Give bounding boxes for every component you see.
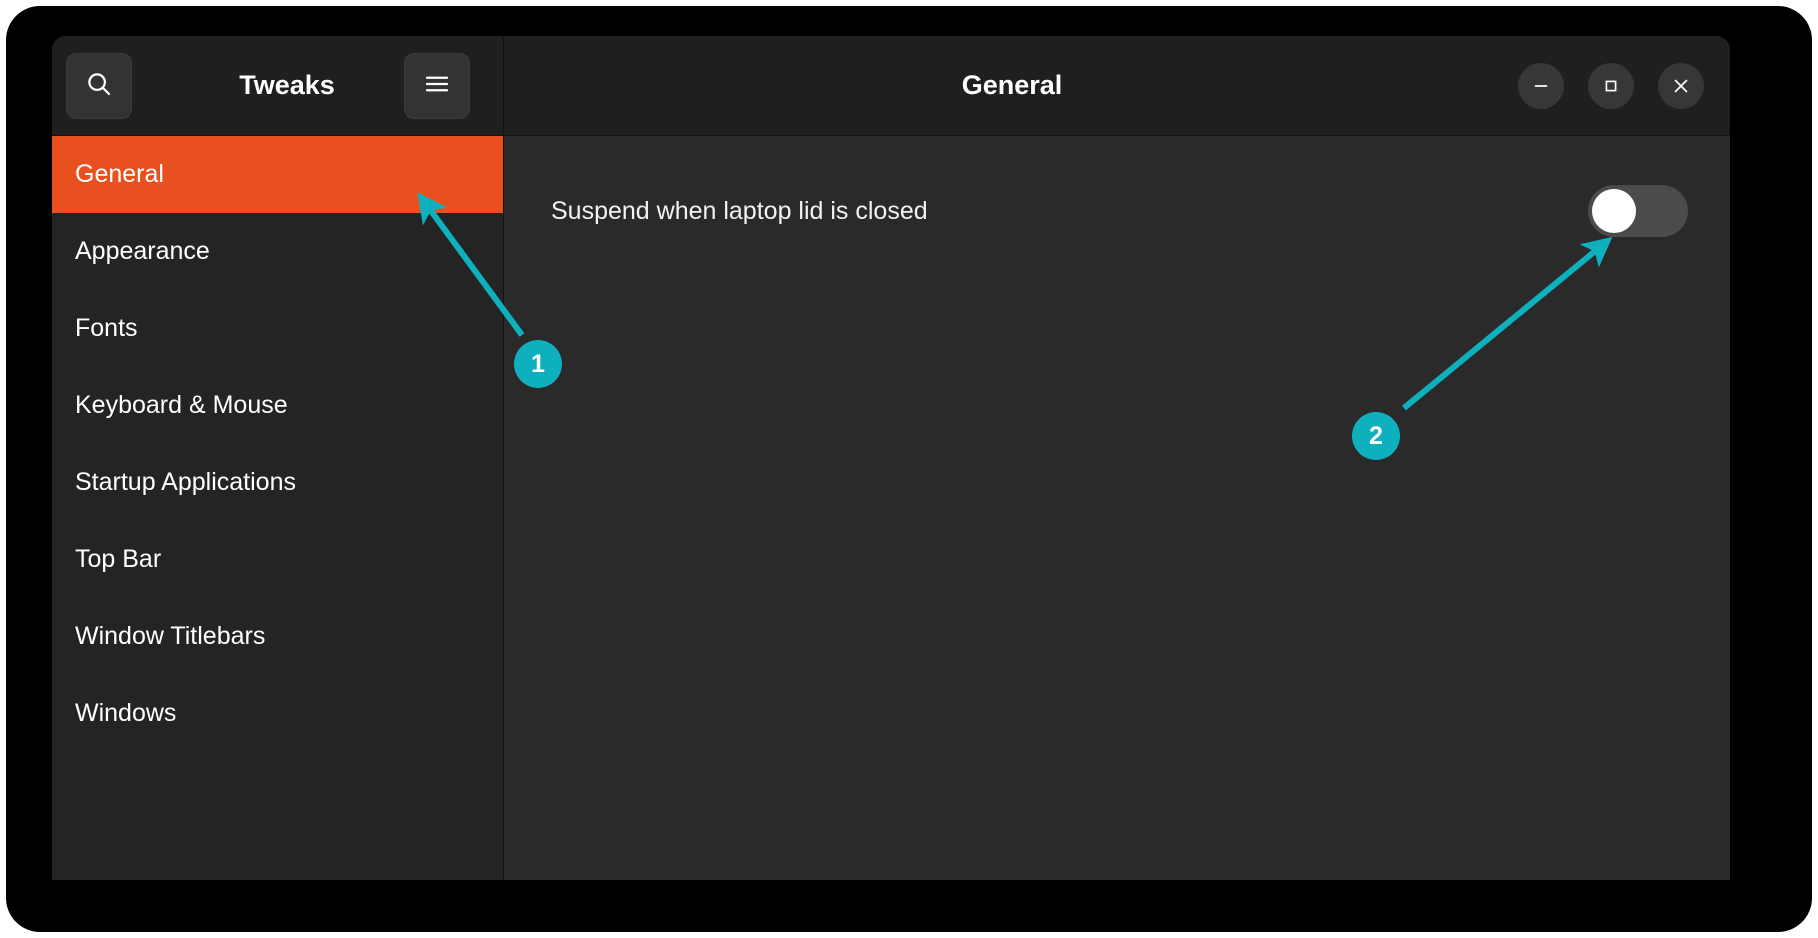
sidebar-item-label: Startup Applications: [75, 468, 296, 496]
sidebar-item-label: Top Bar: [75, 545, 162, 573]
sidebar: General Appearance Fonts Keyboard & Mous…: [52, 136, 504, 880]
setting-row-suspend-lid: Suspend when laptop lid is closed: [505, 176, 1730, 246]
sidebar-item-window-titlebars[interactable]: Window Titlebars: [52, 598, 503, 675]
sidebar-item-appearance[interactable]: Appearance: [52, 213, 503, 290]
sidebar-item-top-bar[interactable]: Top Bar: [52, 521, 503, 598]
sidebar-item-label: Windows: [75, 699, 177, 727]
maximize-button[interactable]: [1588, 62, 1634, 109]
minimize-icon: [1534, 84, 1548, 87]
suspend-lid-toggle[interactable]: [1588, 185, 1688, 237]
sidebar-item-label: Appearance: [75, 237, 210, 265]
close-button[interactable]: [1658, 62, 1704, 109]
maximize-icon: [1605, 80, 1617, 91]
search-icon: [84, 69, 114, 104]
sidebar-item-label: Window Titlebars: [75, 622, 266, 650]
close-icon: [1674, 79, 1688, 92]
sidebar-item-keyboard-mouse[interactable]: Keyboard & Mouse: [52, 367, 503, 444]
toggle-knob: [1592, 189, 1636, 233]
sidebar-item-label: General: [75, 160, 164, 188]
sidebar-item-general[interactable]: General: [52, 136, 503, 213]
main-menu-button[interactable]: [404, 53, 470, 119]
sidebar-item-startup-applications[interactable]: Startup Applications: [52, 444, 503, 521]
sidebar-item-fonts[interactable]: Fonts: [52, 290, 503, 367]
content-area: Suspend when laptop lid is closed: [505, 136, 1730, 880]
suspend-lid-label: Suspend when laptop lid is closed: [551, 196, 928, 225]
sidebar-item-windows[interactable]: Windows: [52, 675, 503, 752]
search-button[interactable]: [66, 53, 132, 119]
hamburger-menu-icon: [422, 69, 452, 104]
sidebar-item-label: Fonts: [75, 314, 138, 342]
screenshot-root: Tweaks General General Appearance Fonts …: [0, 0, 1818, 938]
window-controls: [1518, 36, 1704, 135]
minimize-button[interactable]: [1518, 62, 1564, 109]
app-title: Tweaks: [239, 70, 335, 100]
header-bar: Tweaks General: [52, 36, 1730, 136]
tweaks-window: Tweaks General General Appearance Fonts …: [52, 36, 1730, 880]
sidebar-item-label: Keyboard & Mouse: [75, 391, 288, 419]
